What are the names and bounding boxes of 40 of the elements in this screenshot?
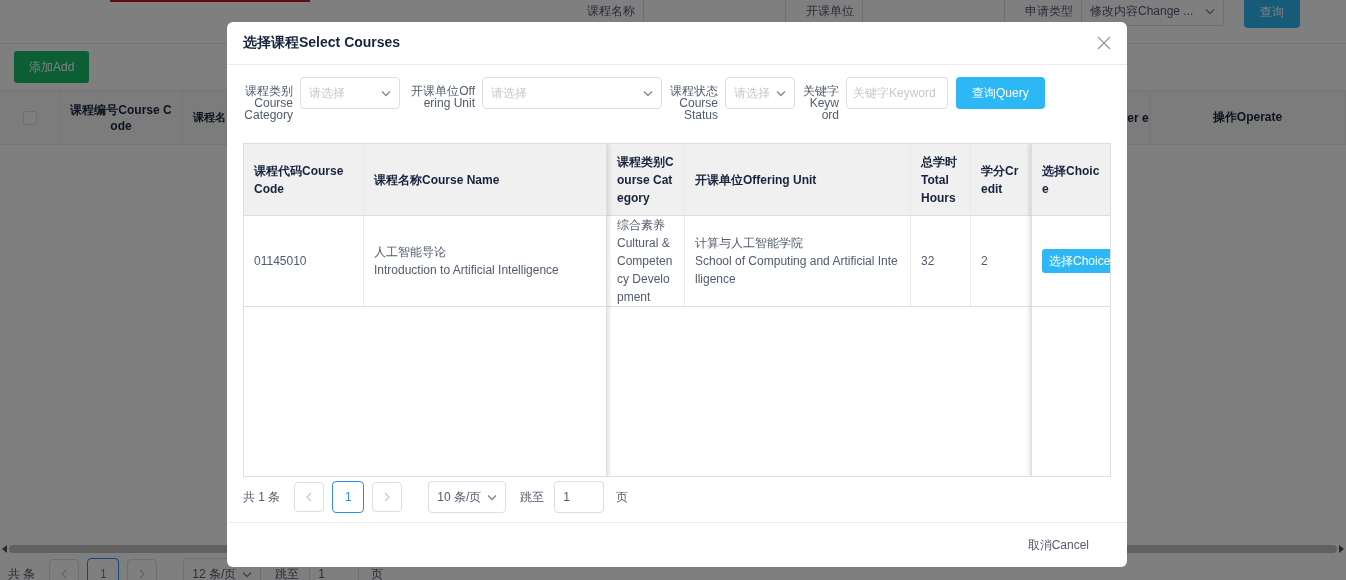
- total-count: 共 条: [8, 565, 36, 580]
- column-header: 选择Choice: [1041, 162, 1101, 198]
- total-count: 共 1 条: [243, 488, 281, 506]
- choice-button[interactable]: 选择Choice: [1042, 249, 1110, 273]
- table-cell-text: 2: [980, 253, 989, 270]
- column-header: 课程名: [193, 110, 226, 125]
- page-size-select[interactable]: 10 条/页: [428, 481, 507, 513]
- filter-label: 开课单位Offering Unit: [410, 85, 475, 109]
- column-header: 开课单位Offering Unit: [685, 144, 911, 215]
- filter-label: 课程状态Course Status: [670, 85, 718, 121]
- table-cell: 计算与人工智能学院 School of Computing and Artificial Intelligence: [685, 216, 911, 306]
- filter-label: 关键字Keyword: [803, 85, 839, 121]
- table-cell: 01145010: [244, 216, 364, 306]
- column-header: 操作Operate: [1212, 109, 1283, 126]
- column-header: 课程类别Course Category: [607, 144, 685, 215]
- search-button[interactable]: 查询: [1244, 0, 1300, 28]
- page-button[interactable]: 1: [87, 558, 120, 580]
- column-header: 学分Credit: [980, 162, 1020, 198]
- column-header: 课程名称Course Name: [373, 171, 501, 189]
- filter-label: 申请类型: [1025, 3, 1073, 20]
- column-header: 课程编号Course Code: [69, 102, 173, 133]
- table-cell-text: 人工智能导论 Introduction to Artificial Intelligence: [373, 244, 560, 279]
- jump-label: 跳至: [275, 565, 300, 580]
- page-input[interactable]: 1: [554, 481, 605, 513]
- cancel-button[interactable]: 取消Cancel: [1027, 536, 1089, 554]
- table-cell: 32: [911, 216, 971, 306]
- add-button[interactable]: 添加Add: [14, 51, 90, 83]
- filter-label: 课程名称: [587, 3, 635, 20]
- page-unit-label: 页: [371, 565, 384, 580]
- table-cell: 综合素养 Cultural & Competency Development: [607, 216, 685, 306]
- dialog-title: 选择课程Select Courses: [243, 34, 401, 52]
- filter-label: 课程类别Course Category: [243, 85, 293, 121]
- query-button[interactable]: 查询Query: [956, 77, 1045, 109]
- column-header: 总学时Total Hours: [911, 144, 971, 215]
- column-header: er e: [1127, 109, 1149, 127]
- column-header: 课程代码Course Code: [244, 144, 364, 215]
- page-unit-label: 页: [616, 488, 629, 506]
- jump-label: 跳至: [520, 488, 545, 506]
- page-button[interactable]: 1: [332, 481, 365, 513]
- filter-label: 开课单位: [806, 3, 854, 20]
